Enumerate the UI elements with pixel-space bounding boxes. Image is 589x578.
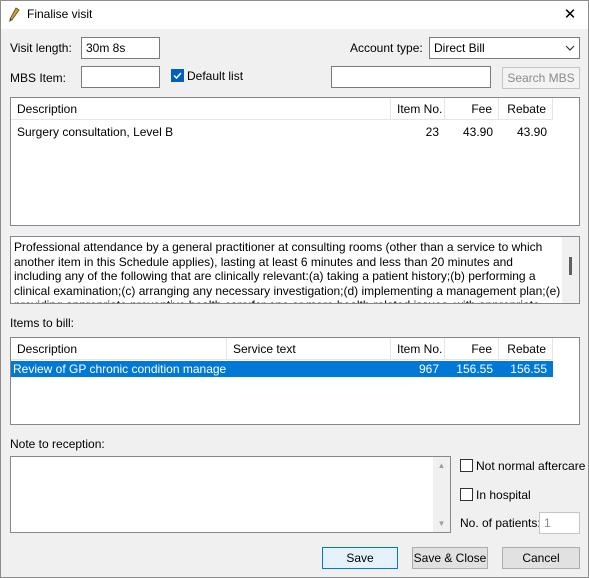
note-to-reception-label: Note to reception: (10, 437, 105, 451)
mbs-item-field[interactable] (81, 66, 160, 88)
column-header-rebate[interactable]: Rebate (499, 338, 553, 360)
not-normal-aftercare-label: Not normal aftercare (476, 459, 586, 473)
column-header-description[interactable]: Description (11, 338, 227, 360)
column-header-fee[interactable]: Fee (445, 98, 499, 120)
row-rebate: 43.90 (516, 125, 547, 139)
row-description: Surgery consultation, Level B (17, 125, 174, 139)
row-item-no: 23 (425, 125, 439, 139)
save-button[interactable]: Save (322, 547, 398, 569)
column-header-service-text[interactable]: Service text (227, 338, 391, 360)
item-description-text: Professional attendance by a general pra… (14, 240, 561, 303)
scroll-up-icon[interactable]: ▲ (433, 457, 450, 474)
scroll-down-icon[interactable]: ▼ (433, 515, 450, 532)
description-scrollbar[interactable] (562, 237, 579, 303)
reception-note-input[interactable]: ▲ ▼ (10, 456, 451, 533)
mbs-item-label: MBS Item: (10, 71, 67, 85)
account-type-label: Account type: (350, 41, 423, 55)
window-title: Finalise visit (27, 7, 93, 21)
not-normal-aftercare-checkbox[interactable] (460, 459, 473, 472)
table-row[interactable]: Surgery consultation, Level B 23 43.90 4… (11, 124, 553, 140)
items-to-bill-table: Description Service text Item No. Fee Re… (10, 337, 580, 425)
default-list-label: Default list (187, 69, 244, 83)
row-description: Review of GP chronic condition managemen… (13, 362, 227, 376)
mbs-search-input[interactable] (331, 66, 491, 88)
column-header-description[interactable]: Description (11, 98, 391, 120)
column-header-item-no[interactable]: Item No. (391, 338, 445, 360)
chevron-down-icon (565, 42, 575, 56)
save-and-close-button[interactable]: Save & Close (412, 547, 488, 569)
no-of-patients-field[interactable]: 1 (539, 512, 580, 534)
app-icon (7, 7, 21, 23)
in-hospital-checkbox[interactable] (460, 488, 473, 501)
scroll-thumb[interactable] (569, 257, 572, 275)
bill-table-header: Description Service text Item No. Fee Re… (11, 338, 553, 360)
column-header-fee[interactable]: Fee (445, 338, 499, 360)
mbs-item-table: Description Item No. Fee Rebate Surgery … (10, 97, 580, 226)
row-fee: 43.90 (462, 125, 493, 139)
row-rebate: 156.55 (510, 362, 547, 376)
row-service-text (227, 361, 391, 377)
item-description-box[interactable]: Professional attendance by a general pra… (10, 236, 580, 304)
visit-length-label: Visit length: (10, 41, 72, 55)
row-item-no: 967 (418, 362, 439, 376)
note-scrollbar[interactable]: ▲ ▼ (433, 457, 450, 532)
account-type-select[interactable]: Direct Bill (429, 37, 580, 59)
table-row[interactable]: Review of GP chronic condition managemen… (11, 361, 553, 377)
column-header-rebate[interactable]: Rebate (499, 98, 553, 120)
finalise-visit-dialog: Finalise visit ✕ Visit length: 30m 8s Ac… (0, 0, 589, 578)
title-bar: Finalise visit ✕ (1, 1, 588, 29)
visit-length-field[interactable]: 30m 8s (81, 37, 160, 59)
close-icon[interactable]: ✕ (558, 3, 582, 25)
in-hospital-label: In hospital (476, 488, 531, 502)
default-list-checkbox[interactable] (171, 69, 184, 82)
cancel-button[interactable]: Cancel (502, 547, 580, 569)
items-to-bill-label: Items to bill: (10, 316, 75, 330)
row-fee: 156.55 (456, 362, 493, 376)
column-header-item-no[interactable]: Item No. (391, 98, 445, 120)
account-type-value: Direct Bill (434, 41, 485, 55)
no-of-patients-label: No. of patients: (460, 516, 541, 530)
mbs-table-header: Description Item No. Fee Rebate (11, 98, 553, 120)
search-mbs-button[interactable]: Search MBS (502, 67, 580, 89)
